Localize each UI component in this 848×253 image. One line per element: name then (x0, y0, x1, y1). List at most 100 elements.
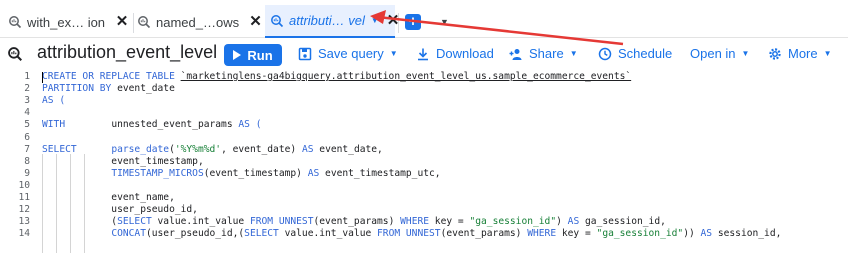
code-token: ( (42, 216, 118, 228)
code-line[interactable]: 1 CREATE OR REPLACE TABLE `marketinglens-… (0, 71, 848, 83)
code-line[interactable]: 12 user_pseudo_id, (0, 204, 848, 216)
line-number: 6 (24, 131, 30, 143)
code-token: user_pseudo_id, (42, 204, 198, 216)
code-token: (event_params) (313, 216, 401, 228)
code-text: TIMESTAMP_MICROS(event_timestamp) AS eve… (42, 167, 440, 180)
tab-divider (133, 13, 134, 33)
code-token: event_date (117, 83, 175, 95)
save-query-button[interactable]: Save query ▼ (298, 46, 398, 61)
tab-query-active[interactable]: attributi… vel ▼ ✕ (265, 5, 399, 38)
download-button[interactable]: Download (416, 46, 494, 61)
close-icon[interactable]: ✕ (115, 14, 129, 29)
code-token: FROM UNNEST (377, 228, 441, 240)
code-line[interactable]: 8 event_timestamp, (0, 156, 848, 168)
code-token: SELECT (42, 143, 77, 155)
code-token: SELECT (117, 216, 152, 228)
code-token: "ga_session_id" (469, 216, 557, 228)
code-token: AS ( (238, 119, 262, 131)
tab-label: attributi… vel (289, 13, 365, 28)
share-button[interactable]: Share ▼ (509, 46, 578, 61)
code-token: '%Y%m%d' (174, 143, 222, 155)
code-line[interactable]: 9 TIMESTAMP_MICROS(event_timestamp) AS e… (0, 168, 848, 180)
text-cursor (42, 72, 43, 83)
code-token: PARTITION BY (42, 83, 118, 95)
page-title: attribution_event_level (37, 42, 218, 62)
line-number: 3 (24, 95, 30, 107)
code-line[interactable]: 7 SELECT parse_date('%Y%m%d', event_date)… (0, 144, 848, 156)
open-in-label: Open in (690, 46, 736, 61)
code-token: FROM UNNEST (249, 216, 314, 228)
line-number: 8 (24, 155, 30, 167)
sql-editor[interactable]: 1 CREATE OR REPLACE TABLE `marketinglens-… (0, 70, 848, 253)
more-button[interactable]: More ▼ (768, 46, 832, 61)
code-token: WHERE (400, 216, 430, 228)
code-line[interactable]: 13 (SELECT value.int_value FROM UNNEST(e… (0, 216, 848, 228)
tab-query-1[interactable]: with_ex… ion ✕ (8, 6, 130, 38)
code-text: user_pseudo_id, (42, 204, 198, 216)
line-number: 4 (24, 107, 30, 119)
code-token: session_id, (712, 228, 782, 240)
chevron-down-icon[interactable]: ▼ (440, 17, 449, 27)
code-token: , event_date) (221, 143, 302, 155)
code-line[interactable]: 6 (0, 132, 848, 144)
code-line[interactable]: 11 event_name, (0, 192, 848, 204)
code-token: (user_pseudo_id,( (145, 228, 245, 240)
code-line[interactable]: 5 WITH unnested_event_params AS ( (0, 119, 848, 131)
download-label: Download (436, 46, 494, 61)
line-number: 10 (18, 179, 30, 191)
close-icon[interactable]: ✕ (249, 14, 262, 29)
code-token: `marketinglens-ga4bigquery.attribution_e… (180, 71, 632, 82)
line-number: 5 (24, 119, 30, 131)
code-token: parse_date (111, 143, 170, 155)
chevron-down-icon[interactable]: ▼ (371, 16, 379, 25)
code-line[interactable]: 3 AS ( (0, 95, 848, 107)
code-line[interactable]: 2 PARTITION BY event_date (0, 83, 848, 95)
line-number: 13 (18, 216, 30, 228)
code-token: AS (700, 228, 713, 240)
code-token: (event_params) (440, 228, 528, 240)
tab-query-2[interactable]: named_…ows ✕ (137, 6, 262, 38)
run-button-label: Run (247, 47, 273, 63)
code-text: (SELECT value.int_value FROM UNNEST(even… (42, 216, 666, 228)
code-token: unnested_event_params (65, 119, 239, 131)
code-token: value.int_value (151, 216, 250, 228)
query-icon (137, 15, 151, 29)
code-token: AS (301, 143, 314, 155)
schedule-button[interactable]: Schedule (598, 46, 672, 61)
tab-divider (398, 13, 399, 33)
tab-strip: with_ex… ion ✕ named_…ows ✕ attributi… v… (0, 0, 848, 38)
code-text: PARTITION BY event_date (42, 83, 175, 95)
query-toolbar: attribution_event_level Run Save query ▼… (0, 38, 848, 70)
line-number: 2 (24, 83, 30, 95)
code-text: WITH unnested_event_params AS ( (42, 119, 262, 131)
code-text: event_name, (42, 192, 175, 204)
line-number: 9 (24, 167, 30, 179)
code-text: event_timestamp, (42, 156, 203, 168)
code-text: AS ( (42, 95, 65, 107)
code-line[interactable]: 10 (0, 180, 848, 192)
code-token: AS (567, 216, 580, 228)
tab-label: with_ex… ion (27, 14, 106, 30)
download-icon (416, 47, 430, 61)
more-label: More (788, 46, 818, 61)
code-token: "ga_session_id" (596, 228, 684, 240)
code-token: SELECT (244, 228, 279, 240)
code-token: ga_session_id, (579, 216, 666, 228)
run-button[interactable]: Run (224, 44, 282, 66)
query-icon (270, 14, 284, 28)
add-person-icon (509, 47, 523, 61)
code-token: AS (307, 167, 320, 179)
open-in-button[interactable]: Open in ▼ (690, 46, 749, 61)
code-text: CREATE OR REPLACE TABLE `marketinglens-g… (42, 71, 631, 83)
tab-label: named_…ows (156, 14, 240, 30)
chevron-down-icon: ▼ (741, 49, 750, 58)
code-token: (event_timestamp) (203, 167, 308, 179)
code-line[interactable]: 14 CONCAT(user_pseudo_id,(SELECT value.i… (0, 228, 848, 240)
code-token: AS ( (42, 95, 66, 107)
query-icon (8, 15, 22, 29)
add-tab-button[interactable]: + (405, 14, 421, 30)
clock-icon (598, 47, 612, 61)
gear-icon (768, 47, 782, 61)
code-line[interactable]: 4 (0, 107, 848, 119)
chevron-down-icon: ▼ (389, 49, 398, 58)
